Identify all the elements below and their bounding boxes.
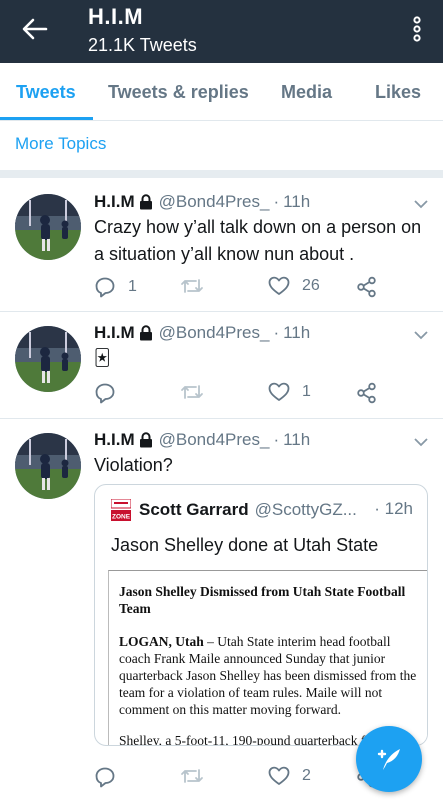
retweet-button[interactable] (180, 766, 216, 786)
more-vertical-icon (413, 16, 421, 42)
share-button[interactable] (356, 382, 378, 404)
separator: · (273, 430, 280, 449)
compose-tweet-button[interactable] (356, 726, 422, 792)
like-button[interactable]: 26 (268, 276, 320, 296)
retweet-icon (181, 279, 203, 293)
chevron-down-icon[interactable] (413, 329, 429, 341)
tweet-actions: 1 (94, 382, 394, 406)
arrow-left-icon (22, 18, 48, 40)
share-icon (357, 382, 376, 404)
quoted-author-handle[interactable]: @ScottyGZ... (255, 500, 357, 520)
tweet-header: H.I.M @Bond4Pres_ · 11h (94, 192, 310, 212)
share-icon (357, 276, 376, 298)
reply-icon (95, 383, 115, 404)
author-name[interactable]: H.I.M (94, 430, 135, 450)
tweet-actions: 2 (94, 766, 394, 790)
quoted-tweet[interactable]: ZONE Scott Garrard @ScottyGZ... · 12h Ja… (94, 484, 428, 746)
quoted-tweet-header: ZONE Scott Garrard @ScottyGZ... (111, 499, 411, 521)
retweet-button[interactable] (180, 382, 216, 402)
tweet-count: 21.1K Tweets (88, 35, 197, 55)
profile-tabs: Tweets Tweets & replies Media Likes (0, 63, 443, 121)
active-tab-indicator (0, 117, 93, 120)
back-button[interactable] (18, 14, 52, 44)
retweet-icon (181, 385, 203, 399)
reply-button[interactable]: 1 (94, 276, 137, 298)
separator: · (273, 192, 280, 211)
joker-emoji: 🃏 (94, 350, 111, 367)
more-topics-link[interactable]: More Topics (15, 134, 106, 154)
share-button[interactable] (356, 276, 378, 298)
dateline: LOGAN, Utah (119, 634, 204, 649)
section-divider (0, 170, 443, 178)
author-name[interactable]: H.I.M (94, 192, 135, 212)
like-count: 26 (302, 277, 320, 294)
quoted-tweet-text: Jason Shelley done at Utah State (111, 535, 379, 555)
tweet-header: H.I.M @Bond4Pres_ · 11h (94, 323, 310, 343)
reply-icon (95, 277, 115, 298)
quoted-time: 12h (384, 499, 413, 518)
heart-icon (268, 276, 290, 295)
avatar[interactable] (15, 433, 81, 499)
press-release-paragraph: LOGAN, Utah – Utah State interim head fo… (119, 633, 418, 718)
reply-button[interactable] (94, 382, 128, 404)
like-count: 2 (302, 767, 311, 784)
chevron-down-icon[interactable] (413, 436, 429, 448)
profile-name: H.I.M (88, 4, 144, 29)
tweet-time: 11h (283, 192, 311, 211)
tweet-item[interactable]: H.I.M @Bond4Pres_ · 11h Crazy how y’all … (0, 178, 443, 312)
like-button[interactable]: 2 (268, 766, 311, 786)
tab-likes[interactable]: Likes (375, 82, 421, 103)
tab-tweets[interactable]: Tweets (16, 82, 76, 103)
app-header: H.I.M 21.1K Tweets (0, 0, 443, 63)
zone-logo-text: ZONE (112, 514, 131, 521)
retweet-button[interactable] (180, 276, 216, 296)
lock-icon (139, 194, 152, 210)
lock-icon (139, 432, 152, 448)
reply-count: 1 (128, 278, 137, 295)
avatar[interactable] (15, 326, 81, 392)
retweet-icon (181, 769, 203, 783)
press-release-image: Jason Shelley Dismissed from Utah State … (108, 570, 427, 745)
compose-tweet-icon (377, 749, 400, 770)
tweet-time: 11h (283, 323, 311, 342)
author-handle[interactable]: @Bond4Pres_ (159, 323, 270, 343)
tweet-text: Violation? (94, 455, 173, 475)
heart-icon (268, 382, 290, 401)
like-count: 1 (302, 383, 311, 400)
lock-icon (139, 325, 152, 341)
reply-icon (95, 767, 115, 788)
avatar[interactable] (15, 194, 81, 260)
author-name[interactable]: H.I.M (94, 323, 135, 343)
tab-tweets-and-replies[interactable]: Tweets & replies (108, 82, 249, 103)
quoted-author-name[interactable]: Scott Garrard (139, 500, 249, 520)
heart-icon (268, 766, 290, 785)
tweet-time: 11h (283, 430, 311, 449)
separator: · (273, 323, 280, 342)
quoted-tweet-time: · 12h (374, 499, 413, 519)
author-handle[interactable]: @Bond4Pres_ (159, 192, 270, 212)
reply-button[interactable] (94, 766, 128, 788)
tweet-header: H.I.M @Bond4Pres_ · 11h (94, 430, 310, 450)
author-handle[interactable]: @Bond4Pres_ (159, 430, 270, 450)
tweet-actions: 1 26 (94, 276, 394, 300)
like-button[interactable]: 1 (268, 382, 311, 402)
press-release-title: Jason Shelley Dismissed from Utah State … (119, 584, 406, 616)
tweet-text: Crazy how y’all talk down on a person on… (94, 217, 422, 264)
tab-media[interactable]: Media (281, 82, 332, 103)
more-options-button[interactable] (407, 14, 427, 44)
zone-logo-icon: ZONE (111, 499, 131, 521)
chevron-down-icon[interactable] (413, 198, 429, 210)
separator: · (374, 499, 380, 518)
tweet-item[interactable]: H.I.M @Bond4Pres_ · 11h 🃏 1 (0, 312, 443, 419)
